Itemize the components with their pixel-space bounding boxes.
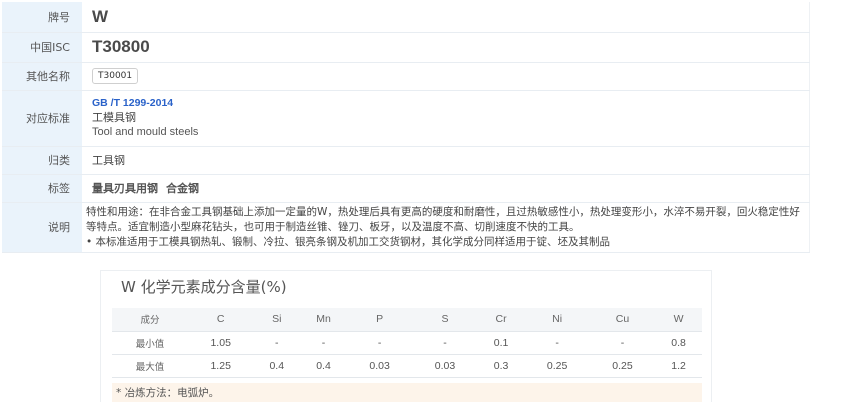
element-header: Cr [477,308,525,332]
value-cell: 0.03 [412,354,478,378]
value-cell: 1.2 [655,354,702,378]
composition-max-row: 最大值 1.25 0.4 0.4 0.03 0.03 0.3 0.25 0.25… [112,354,702,378]
element-header: S [412,308,478,332]
row-label: 最小值 [112,331,188,355]
value-cell: - [589,331,656,355]
isc-value: T30800 [92,37,150,56]
description-scope: • 本标准适用于工模具钢热轧、锻制、冷拉、银亮条钢及机加工交货钢材，其化学成分同… [86,235,611,248]
value-cell: 0.03 [346,354,413,378]
value-cell: 0.25 [524,354,590,378]
info-row-tags: 标签 量具刃具用钢 合金钢 [2,174,810,203]
alias-chip[interactable]: T30001 [92,68,139,84]
element-header: Mn [300,308,347,332]
category-label: 归类 [2,146,82,175]
grade-label: 牌号 [2,2,82,33]
smelting-method-note: * 冶炼方法：电弧炉。 [112,383,702,402]
description-label: 说明 [2,202,82,253]
info-row-category: 归类 工具钢 [2,146,810,175]
aliases-label: 其他名称 [2,62,82,91]
row-label: 最大值 [112,354,188,378]
tag-item[interactable]: 合金钢 [166,182,199,195]
isc-label: 中国ISC [2,32,82,63]
standard-label: 对应标准 [2,90,82,147]
standard-name-en: Tool and mould steels [92,126,199,139]
value-cell: - [412,331,478,355]
standard-link[interactable]: GB /T 1299-2014 [92,96,809,111]
value-cell: 0.4 [253,354,301,378]
description-text: 特性和用途：在非合金工具钢基础上添加一定量的W，热处理后具有更高的硬度和耐磨性，… [86,205,800,233]
element-header: P [346,308,413,332]
tag-item[interactable]: 量具刃具用钢 [92,182,158,195]
value-cell: 0.8 [655,331,702,355]
value-cell: - [346,331,413,355]
value-cell: 0.1 [477,331,525,355]
element-header: W [655,308,702,332]
composition-header-label: 成分 [112,308,188,332]
element-header: C [188,308,254,332]
value-cell: 1.05 [188,331,254,355]
value-cell: 1.25 [188,354,254,378]
element-header: Si [253,308,301,332]
element-header: Cu [589,308,656,332]
element-header: Ni [524,308,590,332]
composition-title: W 化学元素成分含量(%) [121,278,287,296]
value-cell: - [524,331,590,355]
info-row-aliases: 其他名称 T30001 [2,62,810,91]
value-cell: - [300,331,347,355]
info-row-grade: 牌号 W [2,2,810,33]
standard-name-cn: 工模具钢 [92,110,136,124]
material-info-table: 牌号 W 中国ISC T30800 其他名称 T30001 对应标准 GB /T… [2,2,810,253]
info-row-isc: 中国ISC T30800 [2,32,810,63]
grade-value: W [92,6,109,26]
info-row-description: 说明 特性和用途：在非合金工具钢基础上添加一定量的W，热处理后具有更高的硬度和耐… [2,202,810,253]
value-cell: 0.3 [477,354,525,378]
value-cell: 0.25 [589,354,656,378]
composition-min-row: 最小值 1.05 - - - - 0.1 - - 0.8 [112,331,702,355]
composition-table: 成分 C Si Mn P S Cr Ni Cu W 最小值 1.05 - - -… [112,308,702,378]
value-cell: 0.4 [300,354,347,378]
composition-panel: W 化学元素成分含量(%) 成分 C Si Mn P S Cr Ni Cu W … [100,270,712,402]
tags-label: 标签 [2,174,82,203]
composition-header-row: 成分 C Si Mn P S Cr Ni Cu W [112,308,702,332]
value-cell: - [253,331,301,355]
info-row-standard: 对应标准 GB /T 1299-2014 工模具钢 Tool and mould… [2,90,810,147]
category-value: 工具钢 [92,154,125,167]
